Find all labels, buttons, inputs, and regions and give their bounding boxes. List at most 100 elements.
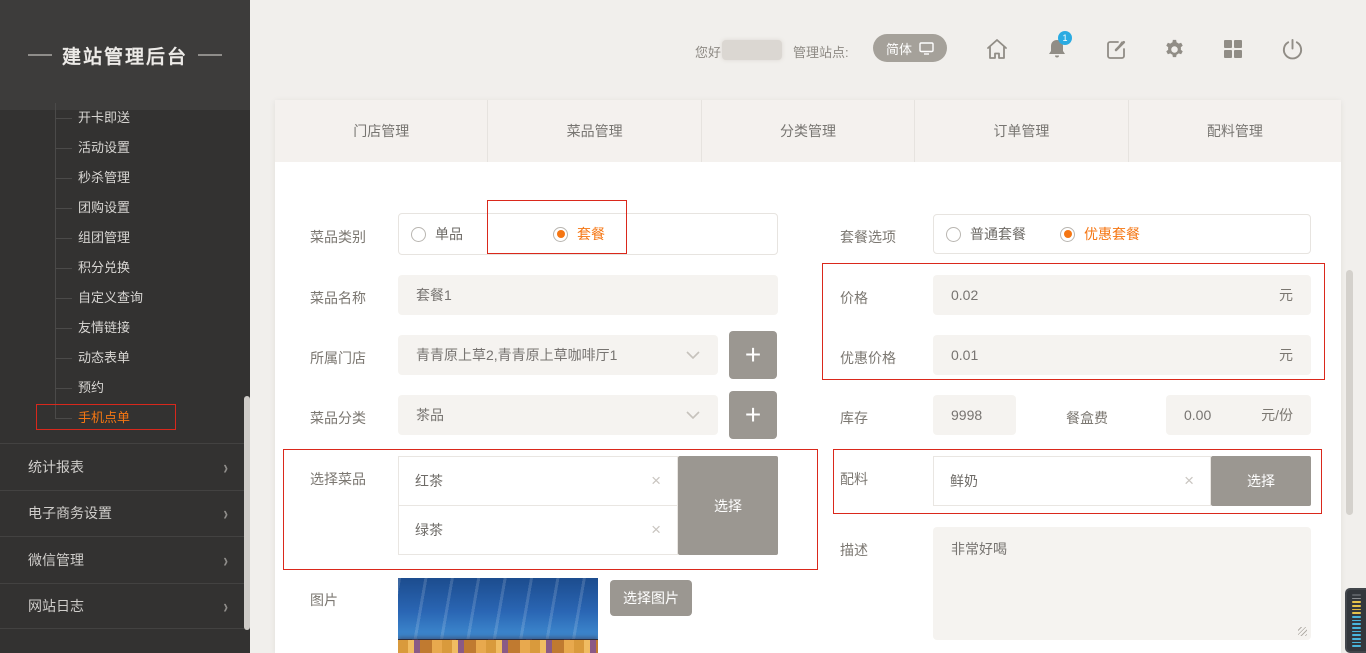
logout-power-icon[interactable]: [1279, 36, 1305, 62]
sidebar-item-team[interactable]: 组团管理: [0, 223, 250, 253]
sidebar-item-label: 积分兑换: [78, 260, 130, 275]
sidebar: 建站管理后台 开卡即送 活动设置 秒杀管理 团购设置 组团管理 积分兑换 自定义…: [0, 0, 250, 653]
price-input[interactable]: 0.02 元: [933, 275, 1311, 315]
tree-tick: [55, 298, 72, 299]
sidebar-item-custom-query[interactable]: 自定义查询: [0, 283, 250, 313]
radio-circle-icon: [946, 227, 961, 242]
sidebar-item-booking[interactable]: 预约: [0, 373, 250, 403]
box-fee-unit: 元/份: [1261, 405, 1293, 425]
stock-label: 库存: [840, 408, 868, 428]
selected-dish-row: 红茶 ×: [398, 456, 678, 506]
edit-icon[interactable]: [1103, 36, 1129, 62]
selected-ingredient-name: 鲜奶: [950, 471, 978, 491]
tree-tick: [55, 418, 72, 419]
sidebar-scrollbar[interactable]: [244, 396, 250, 630]
greeting-text: 您好: [695, 42, 721, 61]
sidebar-item-groupbuy[interactable]: 团购设置: [0, 193, 250, 223]
selected-dish-row: 绿茶 ×: [398, 505, 678, 555]
discount-price-input[interactable]: 0.01 元: [933, 335, 1311, 375]
category-label: 菜品分类: [310, 408, 366, 428]
radio-single-dish[interactable]: 单品: [411, 224, 463, 244]
remove-ingredient-icon[interactable]: ×: [1184, 471, 1194, 491]
sidebar-item-label: 友情链接: [78, 320, 130, 335]
store-label: 所属门店: [310, 348, 366, 368]
description-textarea[interactable]: 非常好喝: [933, 527, 1311, 640]
page-scrollbar[interactable]: [1346, 270, 1353, 515]
select-image-button[interactable]: 选择图片: [610, 580, 692, 616]
radio-label: 单品: [435, 224, 463, 244]
tree-tick: [55, 328, 72, 329]
tree-tick: [55, 388, 72, 389]
sidebar-item-dynamic-form[interactable]: 动态表单: [0, 343, 250, 373]
sidebar-item-label: 手机点单: [78, 410, 130, 425]
chevron-down-icon: [686, 411, 700, 419]
tab-order-management[interactable]: 订单管理: [915, 100, 1128, 162]
sidebar-item-card-gift[interactable]: 开卡即送: [0, 103, 250, 133]
dish-name-input[interactable]: 套餐1: [398, 275, 778, 315]
language-button[interactable]: 简体: [873, 34, 947, 62]
home-icon[interactable]: [984, 36, 1010, 62]
section-label: 网站日志: [28, 596, 84, 616]
notifications-icon[interactable]: 1: [1044, 36, 1070, 62]
radio-normal-combo[interactable]: 普通套餐: [946, 224, 1026, 244]
radio-discount-combo[interactable]: 优惠套餐: [1060, 224, 1140, 244]
add-store-button[interactable]: +: [729, 331, 777, 379]
sidebar-item-activity[interactable]: 活动设置: [0, 133, 250, 163]
logo-dash-left: [28, 54, 52, 56]
selected-dish-name: 绿茶: [415, 520, 443, 540]
radio-label: 优惠套餐: [1084, 224, 1140, 244]
tab-category-management[interactable]: 分类管理: [702, 100, 915, 162]
sidebar-item-mobile-order[interactable]: 手机点单: [0, 403, 250, 433]
overlay-meter-widget[interactable]: [1345, 588, 1366, 653]
button-label: 选择: [1247, 471, 1275, 491]
price-value: 0.02: [951, 287, 978, 303]
sidebar-item-seckill[interactable]: 秒杀管理: [0, 163, 250, 193]
remove-dish-icon[interactable]: ×: [651, 471, 661, 491]
box-fee-value: 0.00: [1184, 407, 1211, 423]
dish-type-radio-group: 单品 套餐: [398, 213, 778, 255]
stock-value: 9998: [951, 407, 982, 423]
tab-store-management[interactable]: 门店管理: [275, 100, 488, 162]
radio-combo-dish[interactable]: 套餐: [553, 224, 605, 244]
image-label: 图片: [310, 590, 338, 610]
tree-tick: [55, 118, 72, 119]
button-label: 选择图片: [623, 588, 679, 608]
resize-grip-icon[interactable]: [1298, 627, 1307, 636]
radio-circle-icon: [553, 227, 568, 242]
tab-ingredient-management[interactable]: 配料管理: [1129, 100, 1341, 162]
store-select[interactable]: 青青原上草2,青青原上草咖啡厅1: [398, 335, 718, 375]
dish-photo-thumbnail: [398, 578, 598, 653]
stock-input[interactable]: 9998: [933, 395, 1016, 435]
sidebar-item-points[interactable]: 积分兑换: [0, 253, 250, 283]
description-label: 描述: [840, 540, 868, 560]
remove-dish-icon[interactable]: ×: [651, 520, 661, 540]
settings-gear-icon[interactable]: [1161, 36, 1187, 62]
sidebar-section-reports[interactable]: 统计报表›: [0, 443, 250, 490]
language-label: 简体: [886, 39, 912, 58]
photo-city-lights: [398, 640, 598, 653]
sidebar-section-logs[interactable]: 网站日志›: [0, 583, 250, 630]
select-dishes-label: 选择菜品: [310, 469, 366, 489]
box-fee-input[interactable]: 0.00 元/份: [1166, 395, 1311, 435]
category-select[interactable]: 茶品: [398, 395, 718, 435]
sidebar-section-wechat[interactable]: 微信管理›: [0, 536, 250, 583]
sidebar-item-links[interactable]: 友情链接: [0, 313, 250, 343]
sidebar-menu: 开卡即送 活动设置 秒杀管理 团购设置 组团管理 积分兑换 自定义查询 友情链接…: [0, 103, 250, 433]
tree-tick: [55, 178, 72, 179]
combo-option-radio-group: 普通套餐 优惠套餐: [933, 214, 1311, 254]
dish-name-label: 菜品名称: [310, 288, 366, 308]
add-category-button[interactable]: +: [729, 391, 777, 439]
select-ingredient-button[interactable]: 选择: [1211, 456, 1311, 506]
tree-tick: [55, 358, 72, 359]
apps-grid-icon[interactable]: [1220, 36, 1246, 62]
sidebar-item-label: 开卡即送: [78, 110, 130, 125]
top-header: 您好 管理站点: 简体 1: [250, 0, 1366, 100]
radio-circle-icon: [1060, 227, 1075, 242]
dish-type-label: 菜品类别: [310, 227, 366, 247]
sidebar-item-label: 动态表单: [78, 350, 130, 365]
store-value: 青青原上草2,青青原上草咖啡厅1: [416, 345, 617, 365]
sidebar-item-label: 团购设置: [78, 200, 130, 215]
sidebar-section-ecommerce[interactable]: 电子商务设置›: [0, 490, 250, 537]
select-dishes-button[interactable]: 选择: [678, 456, 778, 555]
tab-dish-management[interactable]: 菜品管理: [488, 100, 701, 162]
